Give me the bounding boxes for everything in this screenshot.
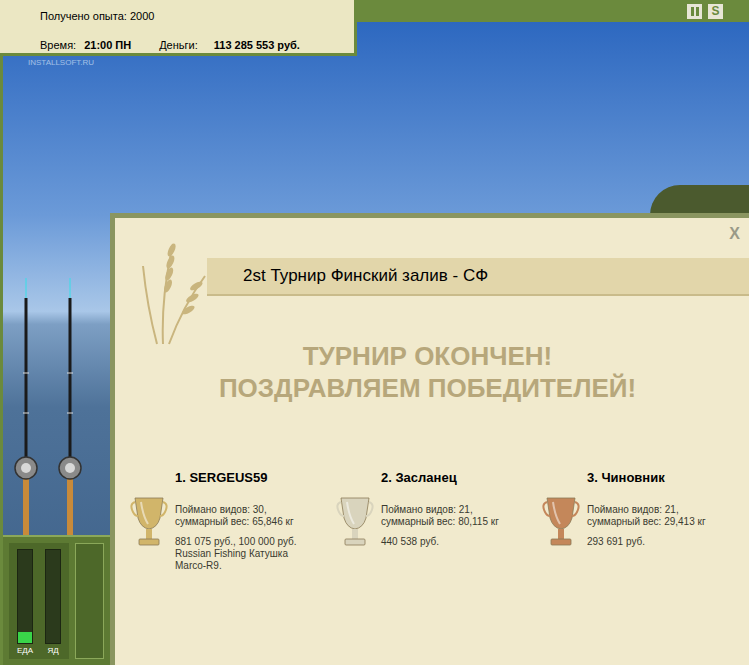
winner-prize: 293 691 руб. xyxy=(587,536,706,548)
money-value: 113 285 553 руб. xyxy=(214,37,300,54)
winner: 2. Засланец Поймано видов: 21,суммарный в… xyxy=(335,468,541,572)
gauge-label: ЯД xyxy=(47,647,58,655)
winner-prize: 440 538 руб. xyxy=(381,536,499,548)
game-screen: INSTALLSOFT.RU S Получено опыта: 2000 Время… xyxy=(0,0,749,665)
pause-button[interactable] xyxy=(687,4,702,19)
gauge-track xyxy=(45,549,61,644)
gauge: ЯД xyxy=(45,549,61,659)
time-value: 21:00 ПН xyxy=(84,37,159,54)
dialog-title: 2st Турнир Финский залив - СФ xyxy=(243,263,488,289)
pause-icon-bar xyxy=(696,7,699,16)
money-label: Деньги: xyxy=(159,37,198,54)
hud-stats: Время: 21:00 ПНДеньги: 113 285 553 руб. xyxy=(40,37,354,54)
winner-name: 3. Чиновник xyxy=(587,468,706,488)
winners: 1. SERGEUS59 Поймано видов: 30,суммарный … xyxy=(115,468,749,572)
trophy-cup-icon xyxy=(541,494,581,550)
headline-line: ТУРНИР ОКОНЧЕН! xyxy=(303,340,553,372)
winner-name: 2. Засланец xyxy=(381,468,499,488)
fishing-rods-icon xyxy=(3,278,110,535)
gauges: ЕДА ЯД xyxy=(9,543,69,659)
wheat-logo-icon xyxy=(133,236,209,346)
hud-panel: Получено опыта: 2000 Время: 21:00 ПНДеньги… xyxy=(0,0,357,56)
gauge-label: ЕДА xyxy=(17,647,33,655)
tournament-dialog: X 2st Турнир Финский залив - СФ ТУРНИР ОКО… xyxy=(110,213,749,665)
winner-stats: Поймано видов: 30,суммарный вес: 65,846 … xyxy=(175,504,297,528)
winner: 3. Чиновник Поймано видов: 21,суммарный в… xyxy=(541,468,747,572)
winner-stats: Поймано видов: 21,суммарный вес: 80,115 … xyxy=(381,504,499,528)
side-slot xyxy=(75,543,104,659)
experience-text: Получено опыта: 2000 xyxy=(40,8,354,25)
trophy-cup-icon xyxy=(335,494,375,550)
trophy-cup-icon xyxy=(129,494,169,550)
settings-button[interactable]: S xyxy=(708,4,723,19)
pause-icon xyxy=(691,7,694,16)
gauge: ЕДА xyxy=(17,549,33,659)
winner-stats: Поймано видов: 21,суммарный вес: 29,413 … xyxy=(587,504,706,528)
status-panel: ЕДА ЯД xyxy=(3,535,110,665)
winner: 1. SERGEUS59 Поймано видов: 30,суммарный … xyxy=(129,468,335,572)
headline: ТУРНИР ОКОНЧЕН!ПОЗДРАВЛЯЕМ ПОБЕДИТЕЛЕЙ! xyxy=(115,340,749,404)
watermark: INSTALLSOFT.RU xyxy=(28,57,94,69)
gauge-fill xyxy=(18,632,32,643)
title-band: 2st Турнир Финский залив - СФ xyxy=(207,258,749,296)
headline-line: ПОЗДРАВЛЯЕМ ПОБЕДИТЕЛЕЙ! xyxy=(219,372,636,404)
shoreline xyxy=(650,185,749,215)
close-button[interactable]: X xyxy=(729,226,740,242)
time-label: Время: xyxy=(40,37,76,54)
winner-name: 1. SERGEUS59 xyxy=(175,468,297,488)
winner-prize: 881 075 руб., 100 000 руб.Russian Fishin… xyxy=(175,536,297,572)
gauge-track xyxy=(17,549,33,644)
